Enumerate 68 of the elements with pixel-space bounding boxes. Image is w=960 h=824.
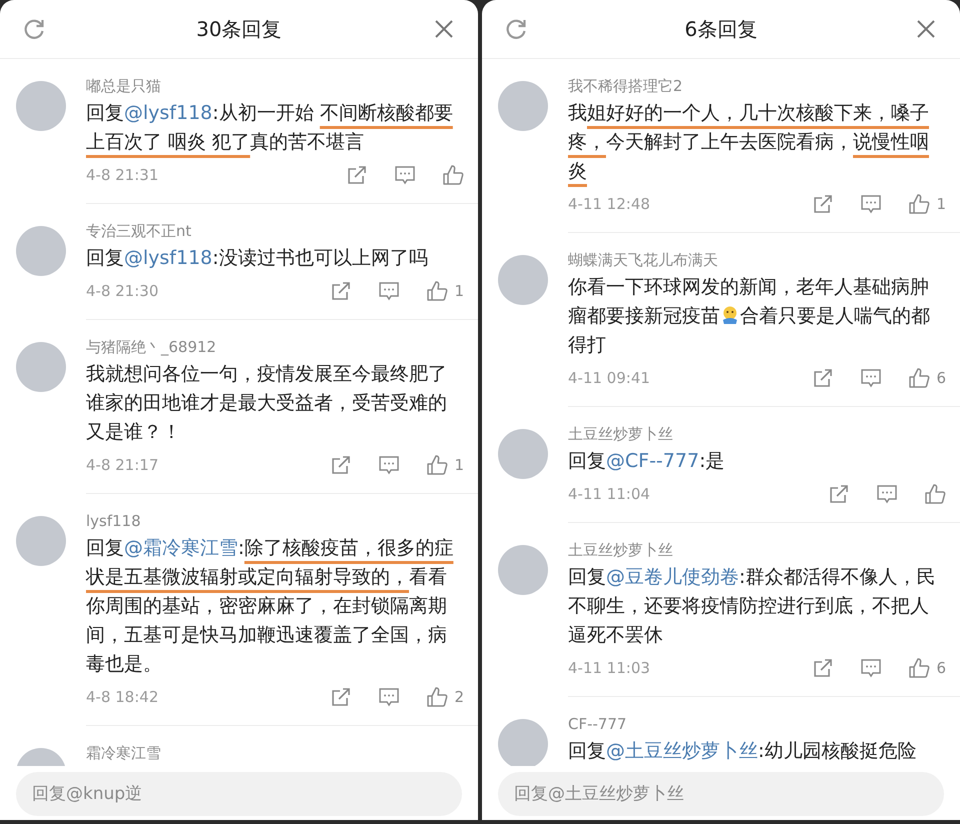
share-button[interactable] bbox=[346, 164, 368, 186]
share-button[interactable] bbox=[330, 454, 352, 476]
close-icon bbox=[432, 18, 455, 40]
like-button[interactable]: 1 bbox=[426, 280, 464, 302]
comment-text: 我就想问各位一句，疫情发展至今最终肥了谁家的田地谁才是最大受益者，受苦受难的又是谁？！ bbox=[86, 362, 448, 445]
like-button[interactable]: 6 bbox=[908, 657, 946, 679]
timestamp: 4-11 12:48 bbox=[568, 195, 652, 213]
comment-text: 回复@豆卷儿使劲卷:群众都活得不像人，民不聊生，还要将疫情防控进行到底，不把人逼死不罢休 bbox=[568, 565, 936, 648]
comment-text: 回复@土豆丝炒萝卜丝:幼儿园核酸挺危险 bbox=[568, 739, 918, 764]
thumbs-up-icon bbox=[426, 280, 448, 302]
thumbs-up-icon bbox=[442, 164, 464, 186]
like-button[interactable]: 6 bbox=[908, 367, 946, 389]
comment-text: 回复@lysf118:从初一开始 不间断核酸都要上百次了 咽炎 犯了真的苦不堪言 bbox=[86, 101, 454, 155]
face-emoji-icon bbox=[720, 305, 740, 325]
comment-text: 回复@霜冷寒江雪:除了核酸疫苗，很多的症状是五基微波辐射或定向辐射导致的，看看你周围的基站，密密麻麻了，在封锁隔离期间，五基可是快马加鞭迅速覆盖了全国，病毒也是。 bbox=[86, 536, 454, 677]
reply-button[interactable] bbox=[860, 367, 882, 389]
like-button[interactable] bbox=[442, 164, 464, 186]
timestamp: 4-8 21:30 bbox=[86, 282, 160, 300]
like-button[interactable]: 1 bbox=[908, 193, 946, 215]
username[interactable]: 专治三观不正nt bbox=[86, 220, 464, 242]
share-button[interactable] bbox=[812, 367, 834, 389]
thumbs-up-icon bbox=[908, 193, 930, 215]
like-button[interactable]: 2 bbox=[426, 686, 464, 708]
refresh-icon bbox=[22, 17, 46, 41]
like-button[interactable]: 1 bbox=[426, 454, 464, 476]
refresh-icon bbox=[504, 17, 528, 41]
timestamp: 4-11 09:41 bbox=[568, 369, 652, 387]
like-button[interactable] bbox=[924, 483, 946, 505]
username[interactable]: CF--777 bbox=[568, 713, 946, 735]
username[interactable]: 嘟总是只猫 bbox=[86, 75, 464, 97]
thumbs-up-icon bbox=[908, 367, 930, 389]
reply-button[interactable] bbox=[860, 193, 882, 215]
reply-button[interactable] bbox=[394, 164, 416, 186]
username[interactable]: 霜冷寒江雪 bbox=[86, 742, 464, 764]
username[interactable]: 土豆丝炒萝卜丝 bbox=[568, 539, 946, 561]
reply-input-field[interactable]: 回复@土豆丝炒萝卜丝 bbox=[498, 772, 944, 816]
thumbs-up-icon bbox=[908, 657, 930, 679]
reply-input-field[interactable]: 回复@knup逆 bbox=[16, 772, 462, 816]
username[interactable]: 蝴蝶满天飞花儿布满天 bbox=[568, 249, 946, 271]
thumbs-up-icon bbox=[426, 686, 448, 708]
panel-title: 30条回复 bbox=[196, 16, 282, 42]
timestamp: 4-8 21:17 bbox=[86, 456, 160, 474]
share-button[interactable] bbox=[828, 483, 850, 505]
username[interactable]: 土豆丝炒萝卜丝 bbox=[568, 423, 946, 445]
comment-text: 你看一下环球网发的新闻，老年人基础病肿瘤都要接新冠疫苗 合着只要是人喘气的都得打 bbox=[568, 275, 931, 358]
thumbs-up-icon bbox=[426, 454, 448, 476]
reply-button[interactable] bbox=[860, 657, 882, 679]
timestamp: 4-11 11:04 bbox=[568, 485, 652, 503]
timestamp: 4-8 21:31 bbox=[86, 166, 160, 184]
comment-text: 我姐好好的一个人，几十次核酸下来，嗓子疼，今天解封了上午去医院看病，说慢性咽炎 bbox=[568, 101, 930, 184]
username[interactable]: 我不稀得搭理它2 bbox=[568, 75, 946, 97]
thumbs-up-icon bbox=[924, 483, 946, 505]
share-button[interactable] bbox=[812, 657, 834, 679]
reply-button[interactable] bbox=[378, 280, 400, 302]
share-button[interactable] bbox=[330, 686, 352, 708]
comment-text: 回复@lysf118:没读过书也可以上网了吗 bbox=[86, 246, 429, 271]
share-button[interactable] bbox=[812, 193, 834, 215]
username[interactable]: lysf118 bbox=[86, 510, 464, 532]
timestamp: 4-11 11:03 bbox=[568, 659, 652, 677]
reply-button[interactable] bbox=[876, 483, 898, 505]
close-icon bbox=[914, 18, 937, 40]
comment-text: 回复@CF--777:是 bbox=[568, 449, 726, 474]
timestamp: 4-8 18:42 bbox=[86, 688, 160, 706]
reply-button[interactable] bbox=[378, 454, 400, 476]
share-button[interactable] bbox=[330, 280, 352, 302]
panel-title: 6条回复 bbox=[684, 16, 758, 42]
reply-button[interactable] bbox=[378, 686, 400, 708]
username[interactable]: 与猪隔绝丶_68912 bbox=[86, 336, 464, 358]
